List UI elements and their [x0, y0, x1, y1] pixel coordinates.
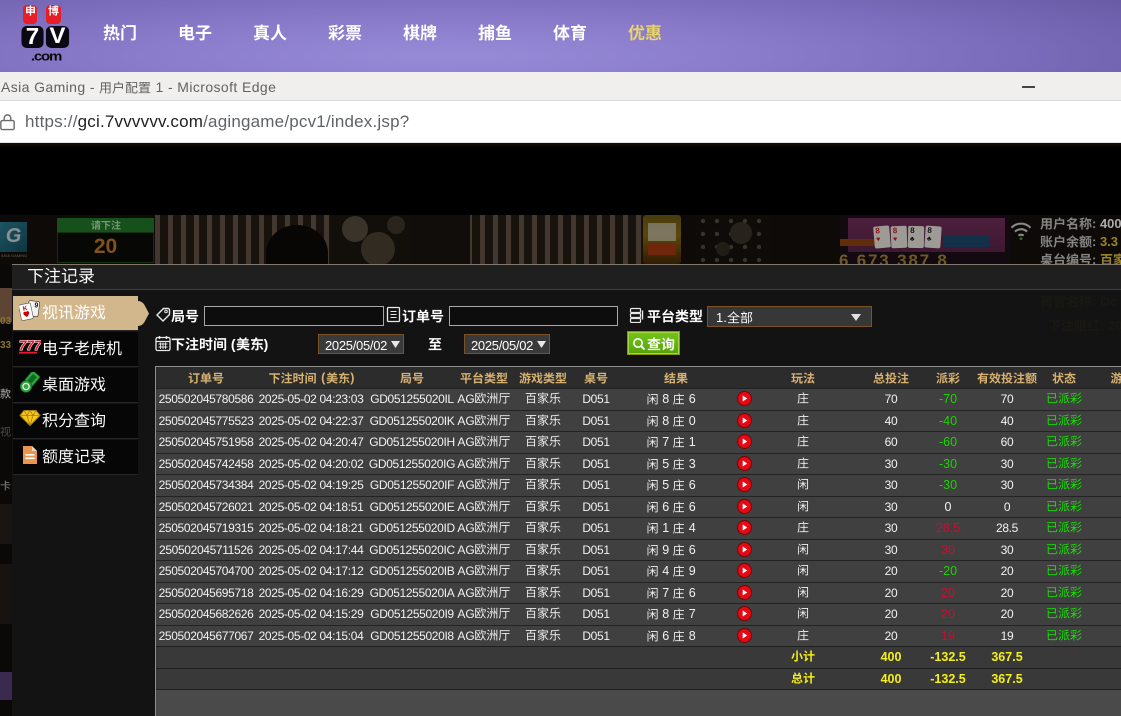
svg-text:777: 777: [19, 338, 41, 353]
